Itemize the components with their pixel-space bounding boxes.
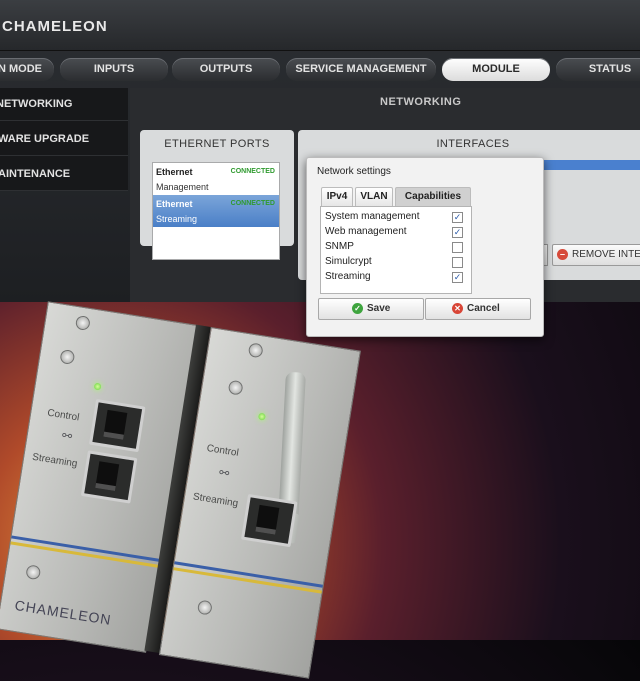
capability-label: Web management [325, 226, 407, 237]
page-title: NETWORKING [380, 96, 462, 108]
capability-label: SNMP [325, 241, 354, 252]
network-settings-dialog: Network settings IPv4 VLAN Capabilities … [306, 157, 544, 337]
port-status: CONNECTED [230, 168, 275, 175]
button-label: Cancel [467, 303, 500, 314]
close-icon: ✕ [452, 303, 463, 314]
status-led [93, 382, 102, 391]
port-role: Management [156, 182, 209, 192]
capability-row: System management ✓ [321, 210, 471, 225]
capability-row: Web management ✓ [321, 225, 471, 240]
capability-checkbox[interactable] [452, 242, 463, 253]
sidebar-item-label: NETWORKING [0, 98, 73, 110]
remove-icon: – [557, 249, 568, 260]
button-label: Save [367, 303, 391, 314]
port-label: Control [205, 442, 240, 459]
tab-label: MODULE [472, 63, 520, 75]
remove-interface-button[interactable]: – REMOVE INTE [552, 244, 640, 266]
capability-label: Streaming [325, 271, 371, 282]
sidebar-item-maintenance[interactable]: AINTENANCE [0, 158, 128, 191]
tab-label: INPUTS [93, 63, 135, 75]
hardware-photo: Control ⚯ Streaming CHAMELEON Control ⚯ … [0, 301, 374, 679]
port-name: Ethernet [156, 199, 193, 209]
tab-vlan[interactable]: VLAN [355, 187, 393, 206]
tab-inputs[interactable]: INPUTS [60, 58, 168, 81]
app-brand: CHAMELEON [2, 18, 108, 35]
capability-label: Simulcrypt [325, 256, 372, 267]
sidebar-item-networking[interactable]: NETWORKING [0, 88, 128, 121]
capability-checkbox[interactable]: ✓ [452, 272, 463, 283]
ethernet-port [88, 398, 146, 453]
network-icon: ⚯ [60, 428, 74, 444]
tab-label: OUTPUTS [199, 63, 253, 75]
tab-ipv4[interactable]: IPv4 [321, 187, 353, 206]
capability-row: Streaming ✓ [321, 270, 471, 285]
ethernet-port-list: Ethernet CONNECTED Management Ethernet C… [152, 162, 280, 260]
main-tab-bar: N MODE INPUTS OUTPUTS SERVICE MANAGEMENT… [0, 54, 640, 86]
network-icon: ⚯ [218, 465, 231, 481]
screw-icon [247, 342, 264, 359]
button-label: REMOVE INTE [572, 249, 640, 260]
panel-title: INTERFACES [436, 138, 510, 150]
screw-icon [25, 564, 42, 581]
decorative-stripe [11, 535, 160, 562]
port-label: Control [46, 407, 81, 424]
port-role: Streaming [156, 214, 198, 224]
port-status: CONNECTED [230, 200, 275, 207]
screw-icon [227, 379, 244, 396]
tab-label: N MODE [0, 63, 42, 75]
capability-checkbox[interactable]: ✓ [452, 227, 463, 238]
status-led [257, 412, 266, 421]
sidebar-item-label: WARE UPGRADE [0, 133, 90, 145]
ethernet-ports-panel: ETHERNET PORTS Ethernet CONNECTED Manage… [140, 130, 294, 260]
capability-checkbox[interactable] [452, 257, 463, 268]
port-label: Streaming [192, 491, 239, 510]
port-name: Ethernet [156, 167, 193, 177]
tab-capabilities[interactable]: Capabilities [395, 187, 471, 206]
tab-outputs[interactable]: OUTPUTS [172, 58, 280, 81]
tab-status[interactable]: STATUS [556, 58, 640, 81]
ethernet-port-row[interactable]: Ethernet CONNECTED Management [153, 163, 279, 195]
capability-row: SNMP [321, 240, 471, 255]
cancel-button[interactable]: ✕ Cancel [425, 298, 531, 320]
module-brand: CHAMELEON [13, 596, 113, 628]
tab-label: STATUS [588, 63, 632, 75]
sidebar-item-label: AINTENANCE [0, 168, 71, 180]
capabilities-list: System management ✓ Web management ✓ SNM… [320, 206, 472, 294]
capability-row: Simulcrypt [321, 255, 471, 270]
tab-main-mode[interactable]: N MODE [0, 58, 54, 81]
tab-module[interactable]: MODULE [442, 58, 550, 81]
capability-label: System management [325, 211, 420, 222]
screw-icon [74, 314, 91, 331]
capability-checkbox[interactable]: ✓ [452, 212, 463, 223]
decorative-stripe [174, 561, 323, 588]
ethernet-port [240, 493, 298, 548]
ethernet-port-row[interactable]: Ethernet CONNECTED Streaming [153, 195, 279, 227]
module-sidebar: NETWORKING WARE UPGRADE AINTENANCE [0, 88, 128, 191]
panel-title: ETHERNET PORTS [164, 138, 270, 150]
ethernet-port [80, 450, 138, 504]
sidebar-item-firmware-upgrade[interactable]: WARE UPGRADE [0, 123, 128, 156]
dialog-title: Network settings [317, 166, 391, 177]
check-icon: ✓ [352, 303, 363, 314]
screw-icon [59, 348, 76, 365]
screw-icon [196, 599, 213, 616]
tab-service-management[interactable]: SERVICE MANAGEMENT [286, 58, 436, 81]
save-button[interactable]: ✓ Save [318, 298, 424, 320]
top-bar: CHAMELEON [0, 0, 640, 51]
tab-label: SERVICE MANAGEMENT [295, 63, 427, 75]
port-label: Streaming [31, 451, 79, 470]
